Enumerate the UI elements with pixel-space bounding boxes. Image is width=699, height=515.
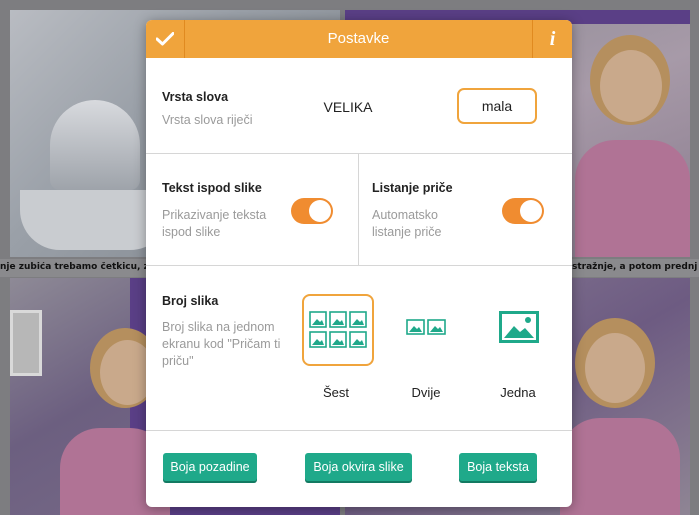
one-image-option[interactable] — [491, 307, 547, 347]
story-caption-left: nje zubića trebamo četkicu, zub — [0, 262, 150, 272]
text-below-subtitle: Prikazivanje teksta ispod slike — [162, 208, 267, 239]
story-paging-title: Listanje priče — [372, 181, 453, 195]
faucet-shape — [50, 100, 140, 190]
dialog-title: Postavke — [327, 30, 390, 47]
font-uppercase-option[interactable]: VELIKA — [308, 93, 388, 121]
text-color-button[interactable]: Boja teksta — [459, 453, 537, 481]
text-below-title: Tekst ispod slike — [162, 181, 262, 195]
font-lowercase-option[interactable]: mala — [457, 88, 537, 124]
font-type-subtitle: Vrsta slova riječi — [162, 113, 253, 127]
font-type-title: Vrsta slova — [162, 90, 229, 104]
one-image-icon — [499, 311, 539, 343]
info-button[interactable]: i — [533, 20, 572, 58]
story-paging-toggle[interactable] — [502, 198, 544, 224]
two-images-label: Dvije — [411, 385, 441, 400]
six-images-icon — [309, 311, 367, 348]
two-images-option[interactable] — [396, 312, 456, 342]
image-count-subtitle: Broj slika na jednom ekranu kod "Pričam … — [162, 320, 281, 368]
story-caption-right: stražnje, a potom prednj — [572, 262, 698, 272]
frame-color-button[interactable]: Boja okvira slike — [305, 453, 412, 481]
checkmark-icon — [156, 32, 174, 46]
settings-dialog: Postavke i Vrsta slova Vrsta slova riječ… — [146, 20, 572, 507]
background-color-button[interactable]: Boja pozadine — [163, 453, 257, 481]
six-images-option[interactable] — [302, 294, 374, 366]
dialog-header: Postavke i — [146, 20, 572, 58]
confirm-button[interactable] — [146, 20, 184, 58]
text-below-toggle[interactable] — [291, 198, 333, 224]
two-images-icon — [406, 319, 446, 335]
story-paging-subtitle: Automatsko listanje priče — [372, 208, 442, 239]
image-count-title: Broj slika — [162, 294, 219, 308]
hourglass-shape — [10, 310, 42, 376]
one-image-label: Jedna — [500, 385, 536, 400]
six-images-label: Šest — [322, 385, 349, 400]
